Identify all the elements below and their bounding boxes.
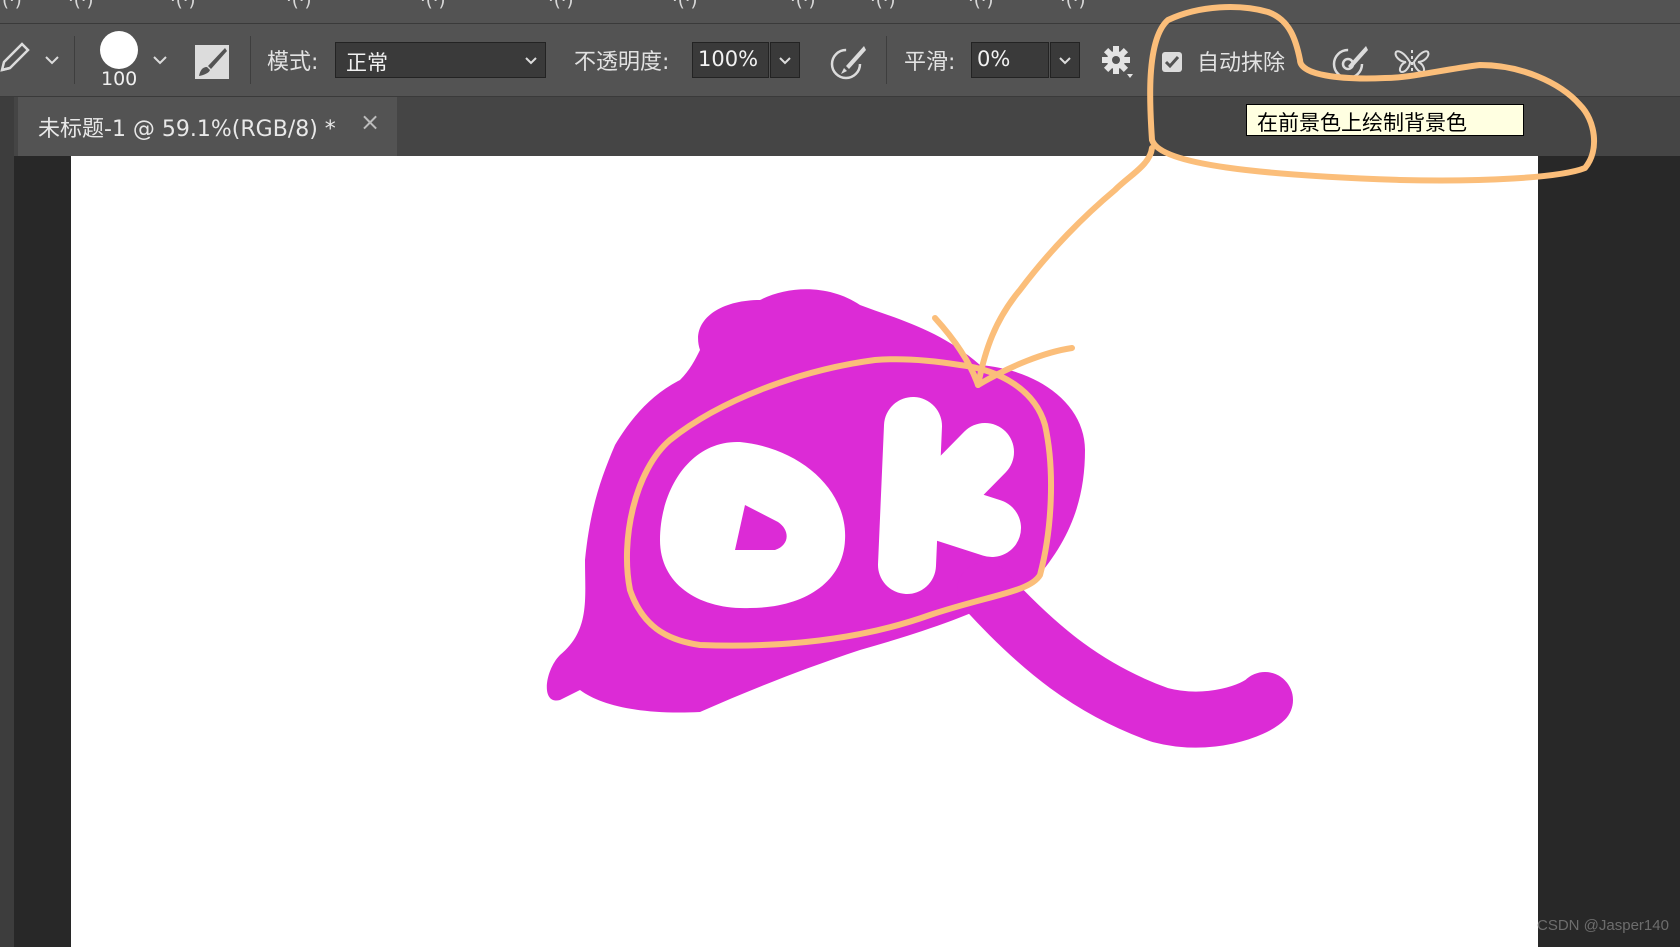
annotation-loop-toolbar bbox=[1147, 4, 1598, 184]
magenta-paint-stroke bbox=[957, 562, 1293, 748]
tooltip: 在前景色上绘制背景色 bbox=[1246, 104, 1524, 136]
canvas-artwork bbox=[546, 4, 1598, 748]
erased-letter-k bbox=[878, 397, 1021, 594]
watermark-text: CSDN @Jasper140 bbox=[1537, 917, 1669, 934]
